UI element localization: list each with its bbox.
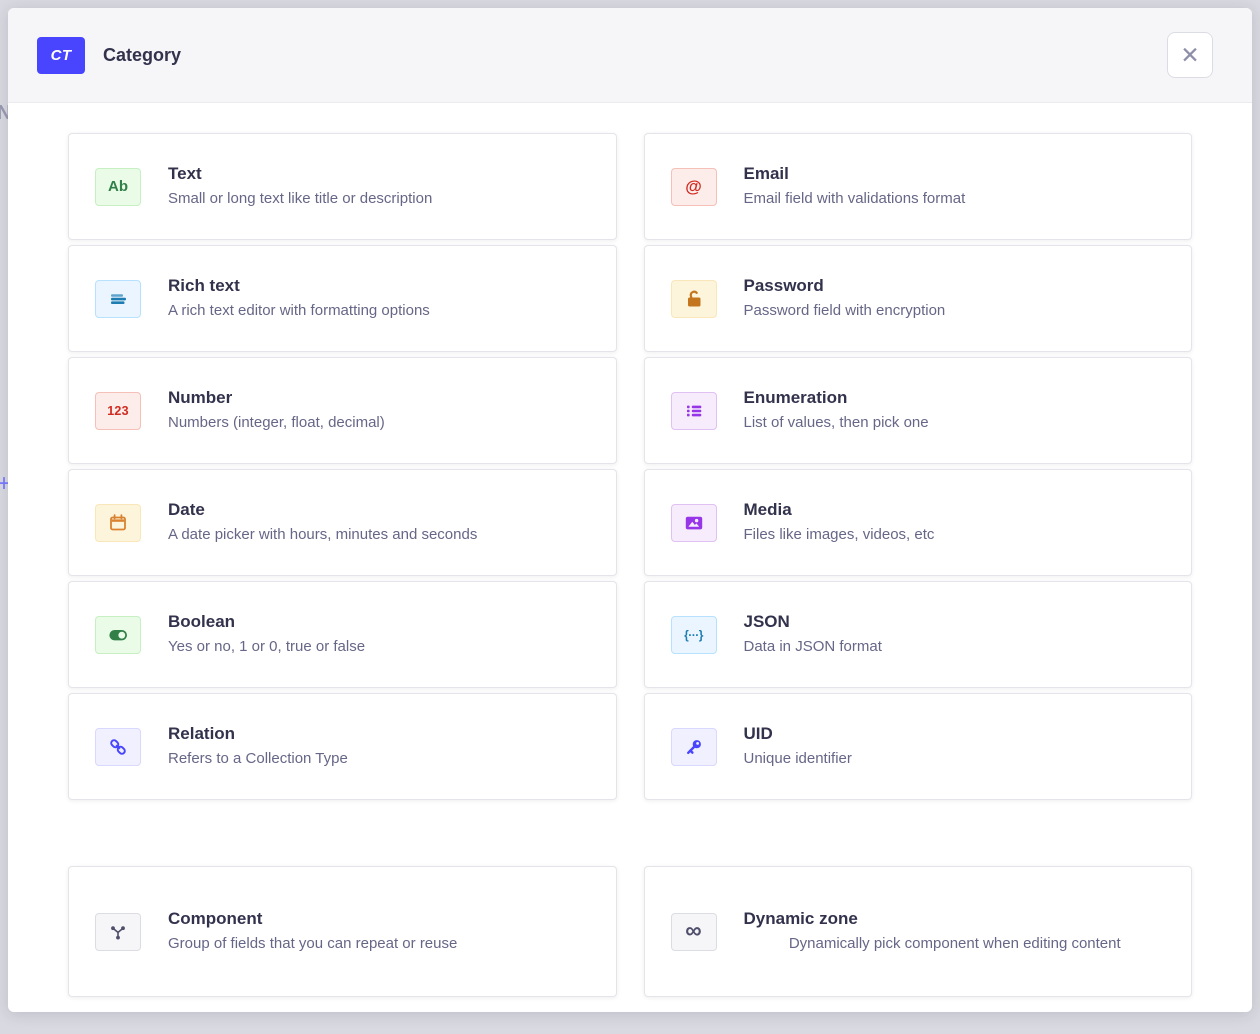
field-title: Media (744, 500, 1167, 520)
close-icon: ✕ (1180, 44, 1199, 67)
field-title: Dynamic zone (744, 909, 1167, 929)
field-title: Email (744, 164, 1167, 184)
field-description: Small or long text like title or descrip… (168, 188, 591, 209)
ab-text-icon: Ab (95, 168, 141, 206)
calendar-icon (95, 504, 141, 542)
field-type-grid: Ab Text Small or long text like title or… (68, 133, 1192, 800)
modal-title: Category (103, 45, 181, 66)
field-description: Files like images, videos, etc (744, 524, 1167, 545)
field-title: UID (744, 724, 1167, 744)
modal-header: CT Category ✕ (8, 8, 1252, 103)
key-icon (671, 728, 717, 766)
field-title: JSON (744, 612, 1167, 632)
infinity-icon: ∞ (671, 913, 717, 951)
field-card-json[interactable]: {···} JSON Data in JSON format (644, 581, 1193, 688)
advanced-field-grid: Component Group of fields that you can r… (68, 866, 1192, 997)
field-card-number[interactable]: 123 Number Numbers (integer, float, deci… (68, 357, 617, 464)
field-card-uid[interactable]: UID Unique identifier (644, 693, 1193, 800)
field-card-richtext[interactable]: Rich text A rich text editor with format… (68, 245, 617, 352)
picture-icon (671, 504, 717, 542)
field-description: A rich text editor with formatting optio… (168, 300, 591, 321)
field-type-list: Ab Text Small or long text like title or… (8, 103, 1252, 1012)
field-card-component[interactable]: Component Group of fields that you can r… (68, 866, 617, 997)
field-description: Password field with encryption (744, 300, 1167, 321)
content-type-badge: CT (37, 37, 85, 74)
field-title: Password (744, 276, 1167, 296)
field-card-text[interactable]: Ab Text Small or long text like title or… (68, 133, 617, 240)
123-icon: 123 (95, 392, 141, 430)
field-description: Email field with validations format (744, 188, 1167, 209)
field-title: Rich text (168, 276, 591, 296)
field-card-date[interactable]: Date A date picker with hours, minutes a… (68, 469, 617, 576)
align-text-icon (95, 280, 141, 318)
padlock-icon (671, 280, 717, 318)
select-field-type-modal: CT Category ✕ Ab Text Small or long text… (8, 8, 1252, 1012)
field-description: Data in JSON format (744, 636, 1167, 657)
field-description: List of values, then pick one (744, 412, 1167, 433)
curly-braces-icon: {···} (671, 616, 717, 654)
field-title: Boolean (168, 612, 591, 632)
field-card-password[interactable]: Password Password field with encryption (644, 245, 1193, 352)
field-card-relation[interactable]: Relation Refers to a Collection Type (68, 693, 617, 800)
field-description: Unique identifier (744, 748, 1167, 769)
field-description: A date picker with hours, minutes and se… (168, 524, 591, 545)
field-card-boolean[interactable]: Boolean Yes or no, 1 or 0, true or false (68, 581, 617, 688)
field-title: Number (168, 388, 591, 408)
field-title: Component (168, 909, 591, 929)
field-description: Dynamically pick component when editing … (749, 933, 1161, 954)
field-card-dynamiczone[interactable]: ∞ Dynamic zone Dynamically pick componen… (644, 866, 1193, 997)
field-title: Text (168, 164, 591, 184)
field-description: Yes or no, 1 or 0, true or false (168, 636, 591, 657)
bullet-list-icon (671, 392, 717, 430)
branch-nodes-icon (95, 913, 141, 951)
toggle-on-icon (95, 616, 141, 654)
field-description: Group of fields that you can repeat or r… (168, 933, 591, 954)
field-card-media[interactable]: Media Files like images, videos, etc (644, 469, 1193, 576)
close-button[interactable]: ✕ (1167, 32, 1213, 78)
chain-link-icon (95, 728, 141, 766)
field-card-email[interactable]: @ Email Email field with validations for… (644, 133, 1193, 240)
field-description: Refers to a Collection Type (168, 748, 591, 769)
at-sign-icon: @ (671, 168, 717, 206)
field-card-enumeration[interactable]: Enumeration List of values, then pick on… (644, 357, 1193, 464)
field-description: Numbers (integer, float, decimal) (168, 412, 591, 433)
field-title: Enumeration (744, 388, 1167, 408)
field-title: Date (168, 500, 591, 520)
field-title: Relation (168, 724, 591, 744)
